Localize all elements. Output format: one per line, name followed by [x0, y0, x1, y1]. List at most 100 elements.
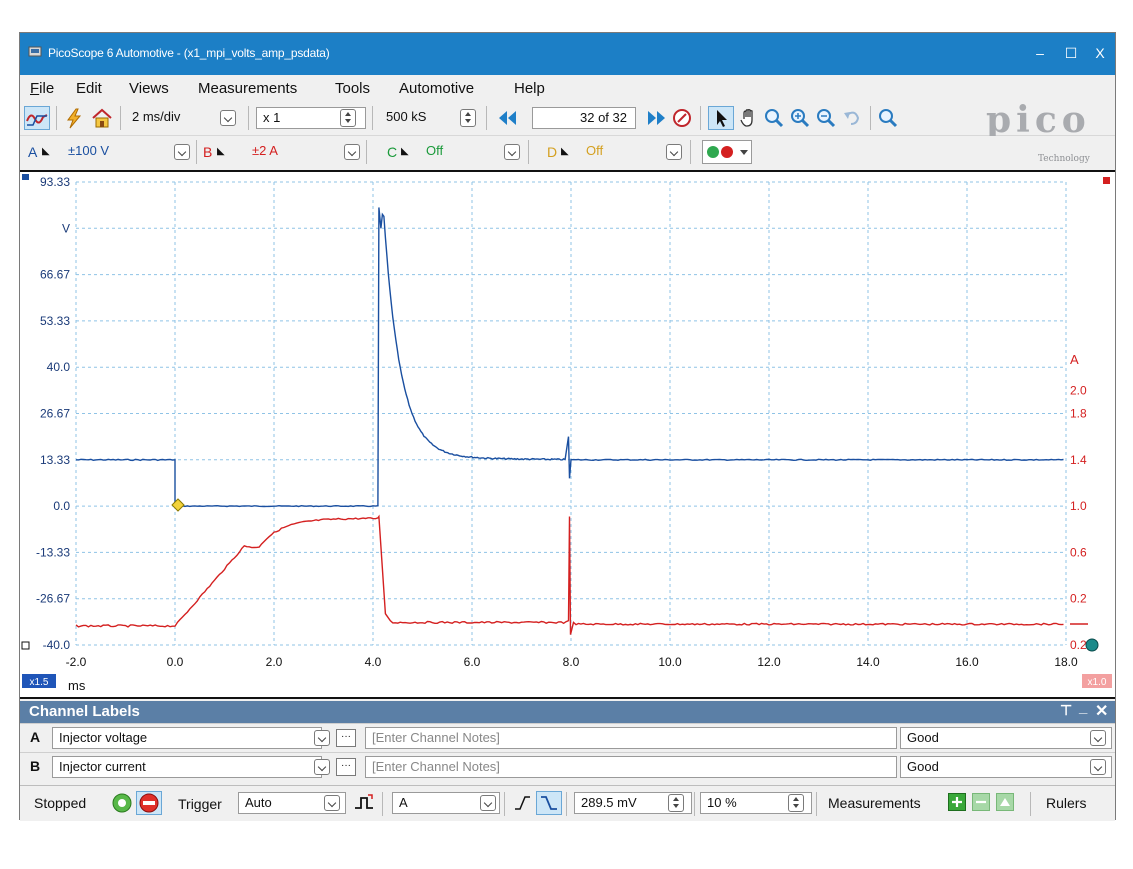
trigger-level-spinner[interactable] [668, 794, 684, 812]
channel-a-status-dropdown[interactable] [1090, 730, 1106, 746]
channel-b-trace [75, 514, 1064, 635]
buffer-navigator[interactable]: 32 of 32 [532, 107, 636, 129]
rising-edge-button[interactable] [510, 791, 534, 815]
waveform-plot[interactable]: 93.33 V 66.67 53.33 40.0 26.67 13.33 0.0 -13.33 -… [20, 172, 1113, 697]
channel-a-dropdown[interactable] [174, 144, 190, 160]
zoom-to-fit-button[interactable] [876, 106, 900, 130]
start-button[interactable] [110, 791, 134, 815]
toolbar-separator [196, 140, 197, 164]
falling-edge-button[interactable] [536, 791, 562, 815]
channel-c-dropdown[interactable] [504, 144, 520, 160]
window-title: PicoScope 6 Automotive - (x1_mpi_volts_a… [48, 46, 330, 60]
time-axis-tick-label: 4.0 [365, 655, 382, 669]
toolbar-separator [566, 792, 567, 816]
left-axis-tick-label: -26.67 [36, 592, 70, 606]
left-axis-tick-label: 66.67 [40, 268, 70, 282]
close-panel-button[interactable]: ✕ [1095, 701, 1108, 721]
channel-a-trace [75, 207, 1064, 508]
channel-d-dropdown[interactable] [666, 144, 682, 160]
undo-zoom-button[interactable] [840, 106, 864, 130]
pre-trigger-spinner[interactable] [788, 794, 804, 812]
samples-spinner[interactable] [460, 109, 476, 127]
maximize-button[interactable]: ☐ [1058, 41, 1084, 65]
ruler-handle[interactable] [21, 641, 30, 650]
channel-b-name-field[interactable]: Injector current [52, 756, 322, 778]
left-axis: 93.33 V 66.67 53.33 40.0 26.67 13.33 0.0 -13.33 -… [36, 175, 70, 652]
channel-a-label: A [28, 144, 38, 160]
channel-b-name-dropdown[interactable] [314, 759, 330, 775]
zoom-out-button[interactable] [814, 106, 838, 130]
channel-a-more-button[interactable]: ··· [336, 729, 356, 747]
menu-automotive[interactable]: Automotive [399, 80, 474, 97]
buffer-overview-button[interactable] [670, 106, 694, 130]
probe-c-icon[interactable]: ◣ [401, 146, 409, 157]
left-axis-tick-label: 13.33 [40, 453, 70, 467]
add-measurement-button[interactable] [948, 793, 966, 811]
channel-toggle-icon [707, 146, 748, 158]
toolbar-separator [700, 106, 701, 130]
zoom-100-icon [879, 109, 898, 128]
channel-a-axis-marker[interactable] [22, 174, 29, 180]
menu-views[interactable]: Views [129, 80, 169, 97]
zoom-spinner[interactable] [340, 109, 356, 127]
toolbar-separator [372, 106, 373, 130]
zoom-in-plus-button[interactable] [788, 106, 812, 130]
right-zoom-badge-text: x1.0 [1088, 677, 1107, 688]
scope-view[interactable]: 93.33 V 66.67 53.33 40.0 26.67 13.33 0.0 -13.33 -… [20, 170, 1115, 699]
guided-tests-button[interactable] [62, 106, 86, 130]
remove-measurement-button[interactable] [972, 793, 990, 811]
channel-a-notes-field[interactable]: [Enter Channel Notes] [365, 727, 897, 749]
rulers-button[interactable]: Rulers [1046, 795, 1086, 811]
channel-b-notes-field[interactable]: [Enter Channel Notes] [365, 756, 897, 778]
menu-file[interactable]: File [30, 80, 54, 97]
advanced-trigger-button[interactable] [352, 791, 376, 815]
toolbar-separator [120, 106, 121, 130]
channel-b-dropdown[interactable] [344, 144, 360, 160]
time-axis-tick-label: 0.0 [167, 655, 184, 669]
left-axis-tick-label: 53.33 [40, 314, 70, 328]
menu-edit[interactable]: Edit [76, 80, 102, 97]
time-axis-tick-label: 8.0 [563, 655, 580, 669]
menu-help[interactable]: Help [514, 80, 545, 97]
buffer-next-button[interactable] [644, 106, 670, 130]
probe-a-icon[interactable]: ◣ [42, 146, 50, 157]
menu-tools[interactable]: Tools [335, 80, 370, 97]
channel-b-status-dropdown[interactable] [1090, 759, 1106, 775]
toolbar-separator [486, 106, 487, 130]
left-axis-tick-label: 40.0 [47, 360, 71, 374]
channel-a-name-field[interactable]: Injector voltage [52, 727, 322, 749]
stop-button[interactable] [136, 791, 162, 815]
row-channel-letter: B [30, 758, 41, 774]
minimize-panel-button[interactable]: _ [1079, 699, 1087, 716]
picoscope-window: PicoScope 6 Automotive - (x1_mpi_volts_a… [19, 32, 1116, 821]
trigger-source-dropdown[interactable] [480, 795, 496, 811]
channel-b-axis-marker[interactable] [1103, 177, 1110, 184]
channel-labels-title: Channel Labels [29, 703, 140, 720]
channel-a-status-select[interactable]: Good [900, 727, 1112, 749]
toolbar-separator [382, 792, 383, 816]
buffer-first-button[interactable] [494, 106, 520, 130]
pin-icon[interactable]: ⊤ [1060, 702, 1072, 719]
zoom-in-button[interactable] [762, 106, 786, 130]
probe-d-icon[interactable]: ◣ [561, 146, 569, 157]
channel-b-status-select[interactable]: Good [900, 756, 1112, 778]
scope-mode-button[interactable] [24, 106, 50, 130]
select-tool-button[interactable] [708, 106, 734, 130]
channel-options-button[interactable] [702, 140, 752, 164]
toolbar-separator [694, 792, 695, 816]
right-axis-handle[interactable] [1085, 638, 1099, 652]
channel-b-more-button[interactable]: ··· [336, 758, 356, 776]
trigger-mode-dropdown[interactable] [324, 795, 340, 811]
home-button[interactable] [89, 106, 115, 130]
close-button[interactable]: X [1087, 41, 1113, 65]
toolbar-separator [56, 106, 57, 130]
hand-tool-button[interactable] [736, 106, 762, 130]
channel-a-name-dropdown[interactable] [314, 730, 330, 746]
trigger-marker[interactable] [171, 498, 185, 512]
edit-measurement-button[interactable] [996, 793, 1014, 811]
menu-measurements[interactable]: Measurements [198, 80, 297, 97]
probe-b-icon[interactable]: ◣ [217, 146, 225, 157]
timebase-dropdown[interactable] [220, 110, 236, 126]
minimize-button[interactable]: – [1027, 41, 1053, 65]
channel-a-range[interactable]: ±100 V [62, 141, 192, 163]
